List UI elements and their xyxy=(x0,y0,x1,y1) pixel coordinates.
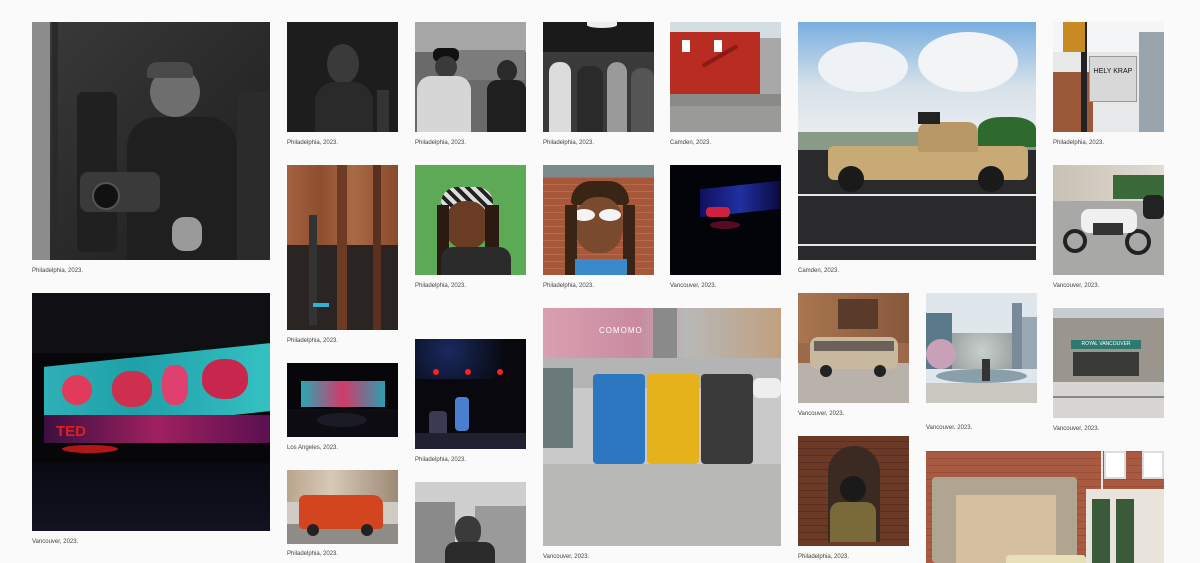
photo-tile xyxy=(415,482,526,563)
photo-tile: COMOMO Vancouver, 2023. xyxy=(543,308,781,563)
photo-fountain-plaza[interactable] xyxy=(926,293,1037,403)
photo-caption: Vancouver, 2023. xyxy=(1053,426,1100,432)
photo-storefront[interactable]: ROYAL VANCOUVER xyxy=(1053,308,1164,418)
photo-brick-portrait-sunglasses[interactable] xyxy=(543,165,654,275)
photo-street-men[interactable] xyxy=(415,22,526,132)
photo-caption: Camden, 2023. xyxy=(798,268,840,274)
photo-ted-stage[interactable]: TED xyxy=(32,293,270,531)
store-sign: COMOMO xyxy=(599,326,643,335)
photo-tile xyxy=(926,451,1164,563)
photo-tile: Vancouver, 2023. xyxy=(1053,165,1164,293)
photo-tile: HELY KRAP Philadelphia, 2023. xyxy=(1053,22,1164,150)
photo-concert-stage[interactable] xyxy=(415,339,526,449)
photo-caption: Vancouver, 2023. xyxy=(926,425,973,431)
shop-sign: ROYAL VANCOUVER xyxy=(1071,340,1141,349)
photo-caption: Philadelphia, 2023. xyxy=(415,283,467,289)
photo-tile: Philadelphia, 2023. xyxy=(415,339,526,467)
photo-brick-pipe[interactable] xyxy=(287,165,398,330)
photo-tile: Vancouver, 2023. xyxy=(926,293,1037,436)
photo-tile: Camden, 2023. xyxy=(670,22,781,150)
ted-logo: TED xyxy=(56,423,86,440)
photo-tile: Philadelphia, 2023. xyxy=(543,165,654,293)
photo-tile: Philadelphia, 2023. xyxy=(543,22,654,150)
photo-tile: Los Angeles, 2023. xyxy=(287,363,398,456)
photo-tile: ROYAL VANCOUVER Vancouver, 2023. xyxy=(1053,308,1164,436)
photo-caption: Philadelphia, 2023. xyxy=(32,268,84,274)
photo-caption: Philadelphia, 2023. xyxy=(287,338,339,344)
photo-tile: TED Vancouver, 2023. xyxy=(32,293,270,549)
photo-mirror-selfie[interactable] xyxy=(798,436,909,546)
photo-tile: Philadelphia, 2023. xyxy=(287,470,398,563)
photo-red-van[interactable] xyxy=(287,470,398,544)
photo-caption: Philadelphia, 2023. xyxy=(415,140,467,146)
photo-caption: Camden, 2023. xyxy=(670,140,712,146)
photo-caption: Philadelphia, 2023. xyxy=(287,551,339,557)
photo-crowd-bw[interactable] xyxy=(543,22,654,132)
photo-pickup-truck[interactable] xyxy=(798,22,1036,260)
photo-caption: Philadelphia, 2023. xyxy=(543,283,595,289)
photo-caption: Vancouver, 2023. xyxy=(670,283,717,289)
photo-bw-building-portrait[interactable] xyxy=(415,482,526,563)
photo-tile: Philadelphia, 2023. xyxy=(287,22,398,150)
photo-caption: Philadelphia, 2023. xyxy=(287,140,339,146)
photo-caption: Philadelphia, 2023. xyxy=(798,554,850,560)
photo-caption: Vancouver, 2023. xyxy=(1053,283,1100,289)
photo-caption: Philadelphia, 2023. xyxy=(543,140,595,146)
graffiti-sign: HELY KRAP xyxy=(1089,56,1137,102)
photo-camera-operator[interactable] xyxy=(32,22,270,260)
photo-tile: Philadelphia, 2023. xyxy=(287,165,398,348)
photo-green-wall-portrait[interactable] xyxy=(415,165,526,275)
photo-caption: Los Angeles, 2023. xyxy=(287,445,339,451)
photo-la-stage[interactable] xyxy=(287,363,398,437)
photo-motorcycle[interactable] xyxy=(1053,165,1164,275)
photo-caption: Vancouver, 2023. xyxy=(798,411,845,417)
photo-caption: Vancouver, 2023. xyxy=(32,539,79,545)
photo-tile: Camden, 2023. xyxy=(798,22,1036,278)
photo-graffiti-sign[interactable]: HELY KRAP xyxy=(1053,22,1164,132)
photo-dark-portrait[interactable] xyxy=(287,22,398,132)
photo-caption: Philadelphia, 2023. xyxy=(1053,140,1105,146)
photo-caption: Vancouver, 2023. xyxy=(543,554,590,560)
photo-tile: Philadelphia, 2023. xyxy=(415,165,526,293)
photo-tile: Philadelphia, 2023. xyxy=(798,436,909,563)
photo-night-neon[interactable] xyxy=(670,165,781,275)
photo-tile: Vancouver, 2023. xyxy=(670,165,781,293)
photo-tile: Philadelphia, 2023. xyxy=(415,22,526,150)
photo-vw-van[interactable] xyxy=(798,293,909,403)
photo-tile: Vancouver, 2023. xyxy=(798,293,909,421)
photo-red-house[interactable] xyxy=(670,22,781,132)
photo-tile: Philadelphia, 2023. xyxy=(32,22,270,278)
photo-brick-facade[interactable] xyxy=(926,451,1164,563)
photo-caption: Philadelphia, 2023. xyxy=(415,457,467,463)
photo-recycling-bins[interactable]: COMOMO xyxy=(543,308,781,546)
